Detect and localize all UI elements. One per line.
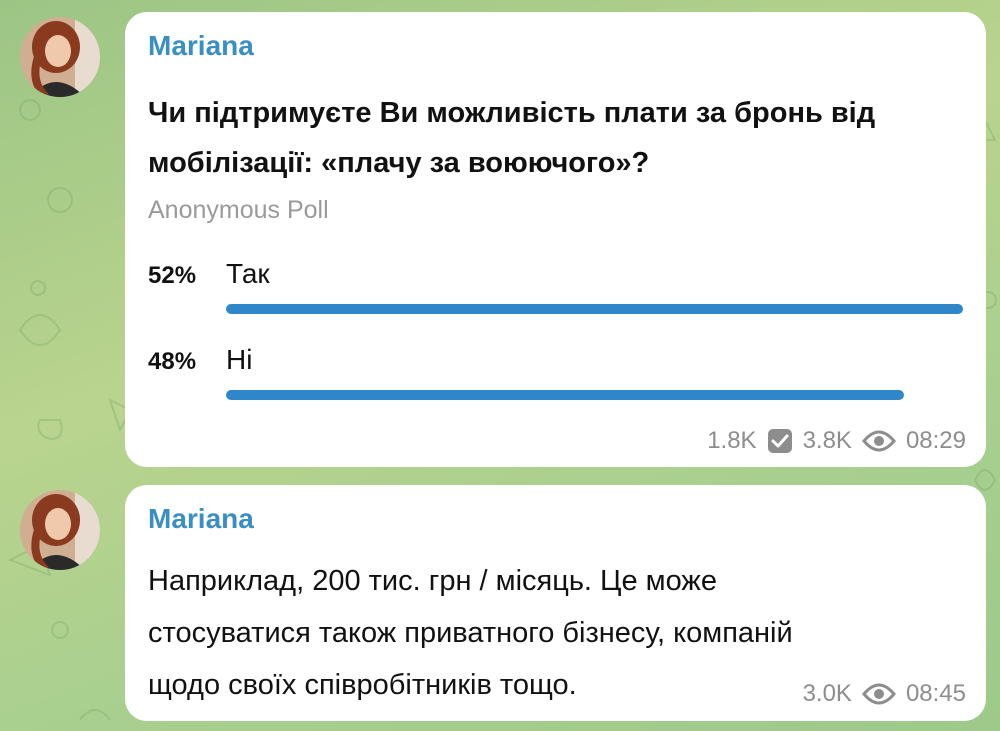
message-text-line-1: Наприклад, 200 тис. грн / місяць. Це мож…: [148, 565, 717, 597]
poll-question-line-1: Чи підтримуєте Ви можливість плати за бр…: [148, 97, 876, 129]
avatar[interactable]: [20, 17, 100, 97]
message-time: 08:45: [905, 680, 966, 707]
check-square-icon: [767, 428, 793, 454]
poll-option-percent: 52%: [148, 262, 197, 289]
poll-option-label: Ні: [226, 344, 253, 375]
message-text: Наприклад, 200 тис. грн / місяць. Це мож…: [148, 555, 793, 711]
avatar-photo: [20, 490, 100, 570]
message-text-line-2: стосуватися також приватного бізнесу, ко…: [148, 617, 793, 649]
views-count: 3.8K: [802, 427, 852, 454]
message-meta: 3.0K 08:45: [803, 680, 966, 708]
poll-option-percent: 48%: [148, 348, 197, 375]
poll-option-label: Так: [226, 258, 270, 289]
views-count: 3.0K: [802, 680, 852, 707]
sender-name[interactable]: Mariana: [148, 30, 254, 62]
poll-option-bar: [226, 390, 904, 400]
poll-question-line-2: мобілізації: «плачу за воюючого»?: [148, 147, 650, 179]
message-time: 08:29: [905, 427, 966, 454]
eye-icon: [861, 683, 896, 705]
poll-option-bar: [226, 304, 963, 314]
message-text-line-3: щодо своїх співробітників тощо.: [148, 669, 577, 701]
sender-name[interactable]: Mariana: [148, 503, 254, 535]
poll-question: Чи підтримуєте Ви можливість плати за бр…: [148, 88, 875, 188]
avatar-photo: [20, 17, 100, 97]
eye-icon: [861, 430, 896, 452]
votes-count: 1.8K: [707, 427, 757, 454]
avatar[interactable]: [20, 490, 100, 570]
message-meta: 1.8K 3.8K 08:29: [707, 427, 966, 455]
poll-type-label: Anonymous Poll: [148, 196, 329, 224]
